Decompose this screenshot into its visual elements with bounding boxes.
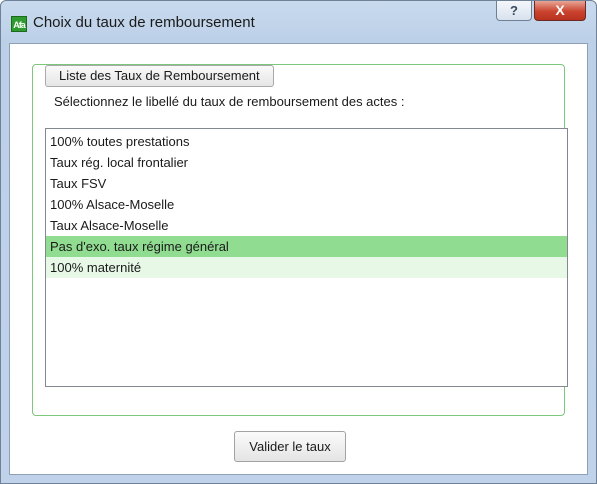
app-logo-icon: Afa	[11, 16, 27, 32]
dialog-window: Afa Choix du taux de remboursement ? X L…	[0, 0, 597, 484]
list-item[interactable]: Taux rég. local frontalier	[46, 152, 567, 173]
window-title: Choix du taux de remboursement	[33, 14, 255, 31]
help-button[interactable]: ?	[496, 1, 532, 21]
list-item[interactable]: 100% toutes prestations	[46, 131, 567, 152]
close-button[interactable]: X	[534, 1, 586, 21]
dialog-body: Liste des Taux de Remboursement Sélectio…	[9, 43, 588, 475]
validate-rate-button[interactable]: Valider le taux	[234, 431, 346, 462]
title-bar[interactable]: Afa Choix du taux de remboursement ? X	[1, 1, 596, 43]
list-item[interactable]: Taux Alsace-Moselle	[46, 215, 567, 236]
list-item[interactable]: Pas d'exo. taux régime général	[46, 236, 567, 257]
groupbox-legend: Liste des Taux de Remboursement	[45, 65, 274, 87]
list-item[interactable]: 100% Alsace-Moselle	[46, 194, 567, 215]
instruction-text: Sélectionnez le libellé du taux de rembo…	[54, 94, 405, 109]
list-item[interactable]: Taux FSV	[46, 173, 567, 194]
rate-listbox[interactable]: 100% toutes prestations Taux rég. local f…	[45, 128, 568, 387]
list-item[interactable]: 100% maternité	[46, 257, 567, 278]
